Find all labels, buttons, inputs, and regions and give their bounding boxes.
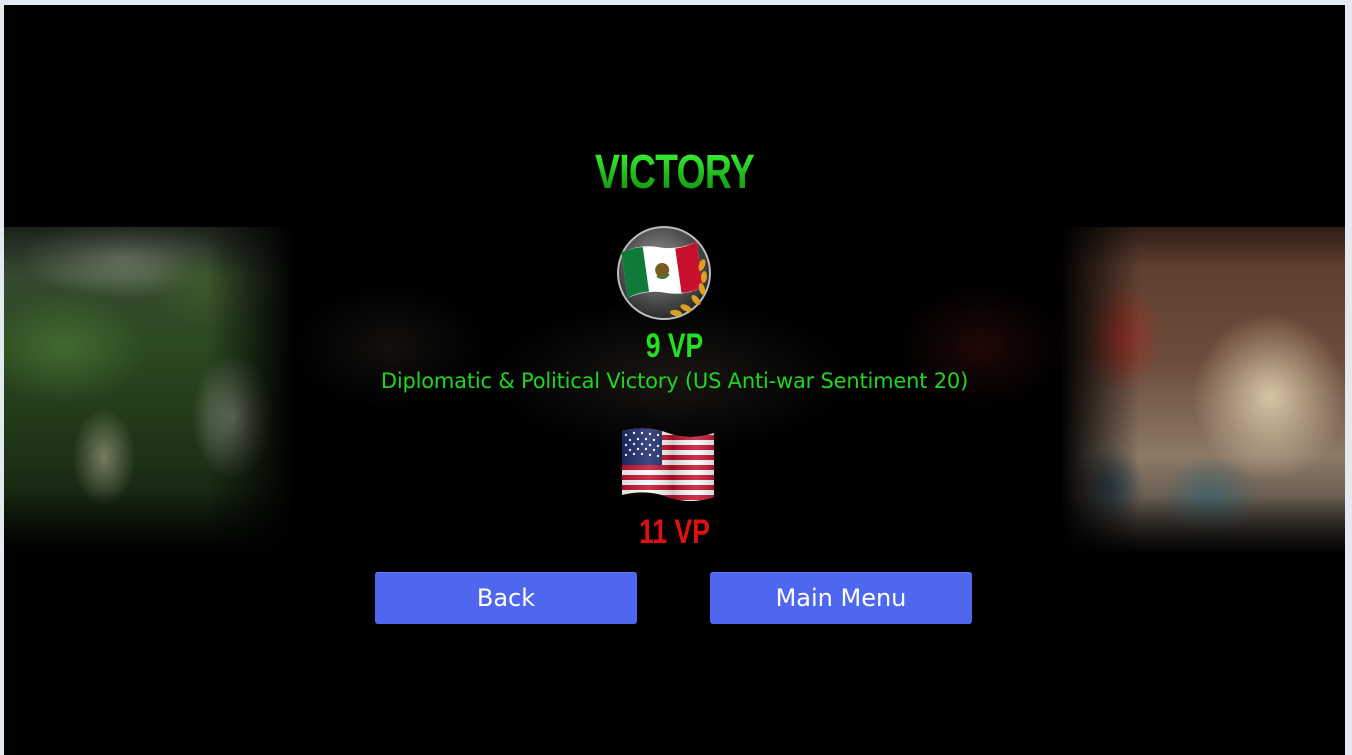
victory-reason-text: Diplomatic & Political Victory (US Anti-… <box>380 369 969 393</box>
main-menu-button[interactable]: Main Menu <box>710 572 972 624</box>
back-button[interactable]: Back <box>375 572 637 624</box>
mexico-victory-points: 9 VP <box>645 327 704 365</box>
mexico-flag-laurel-icon <box>616 225 712 321</box>
victory-title: VICTORY <box>152 145 1198 200</box>
usa-victory-points: 11 VP <box>639 513 710 551</box>
game-over-screen: VICTORY 9 VP Diplomatic & Political Vict… <box>4 5 1345 755</box>
usa-flag-icon <box>620 425 716 505</box>
